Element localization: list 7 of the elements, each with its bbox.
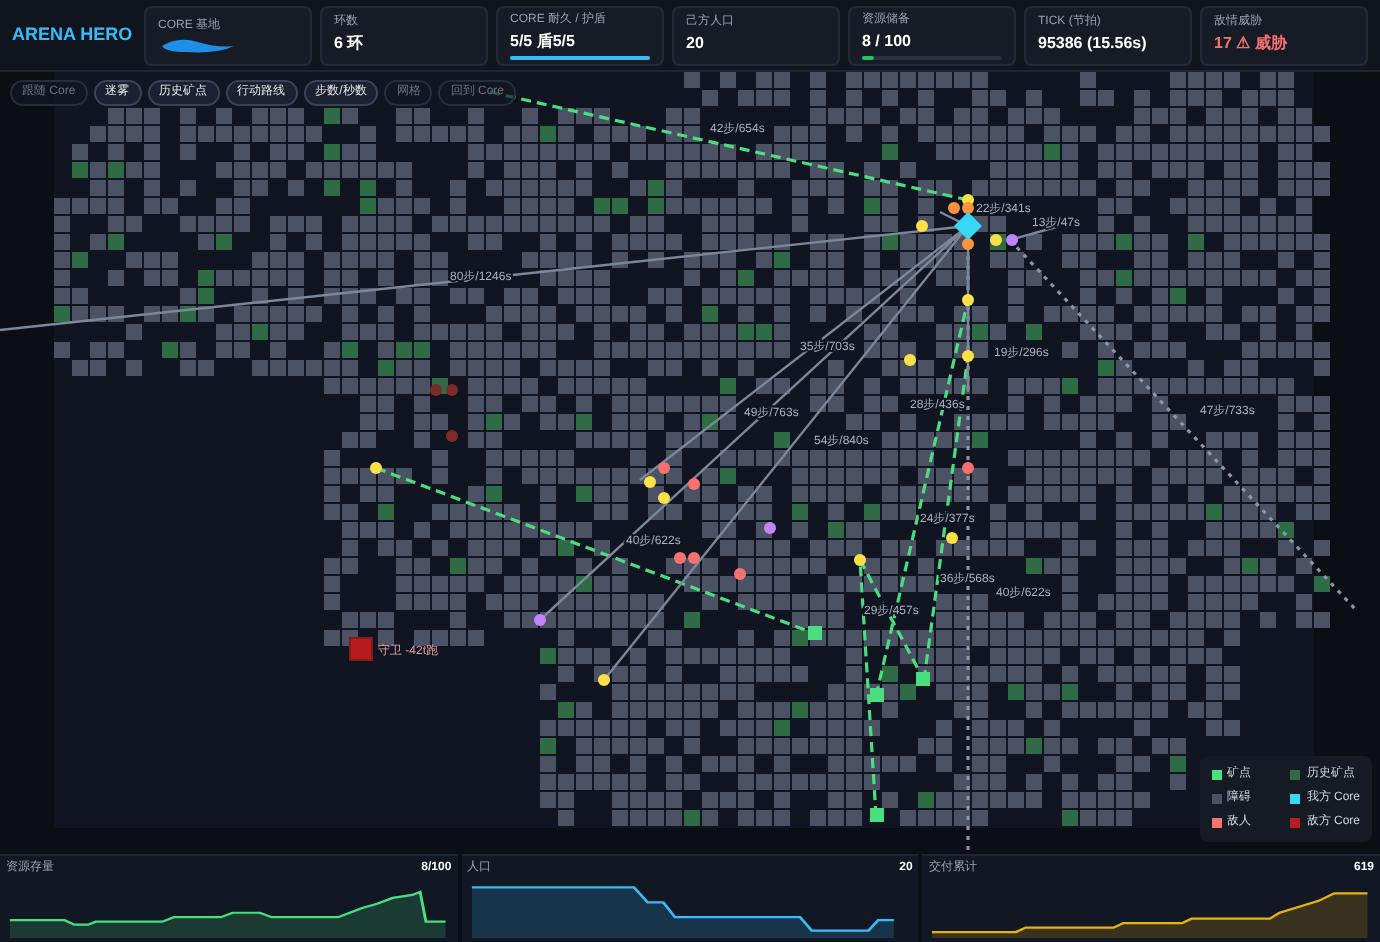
stat-value: 95386 (15.56s) <box>1038 32 1149 56</box>
stat-value: 5/5 盾5/5 <box>510 29 577 53</box>
stat-value: 6 环 <box>334 32 366 56</box>
stat-value: 8 / 100 <box>862 29 913 53</box>
stat-value: 20 <box>686 32 706 56</box>
stat-value: 17 ⚠ 威胁 <box>1214 32 1290 56</box>
app-title: ARENA HERO <box>12 21 135 48</box>
